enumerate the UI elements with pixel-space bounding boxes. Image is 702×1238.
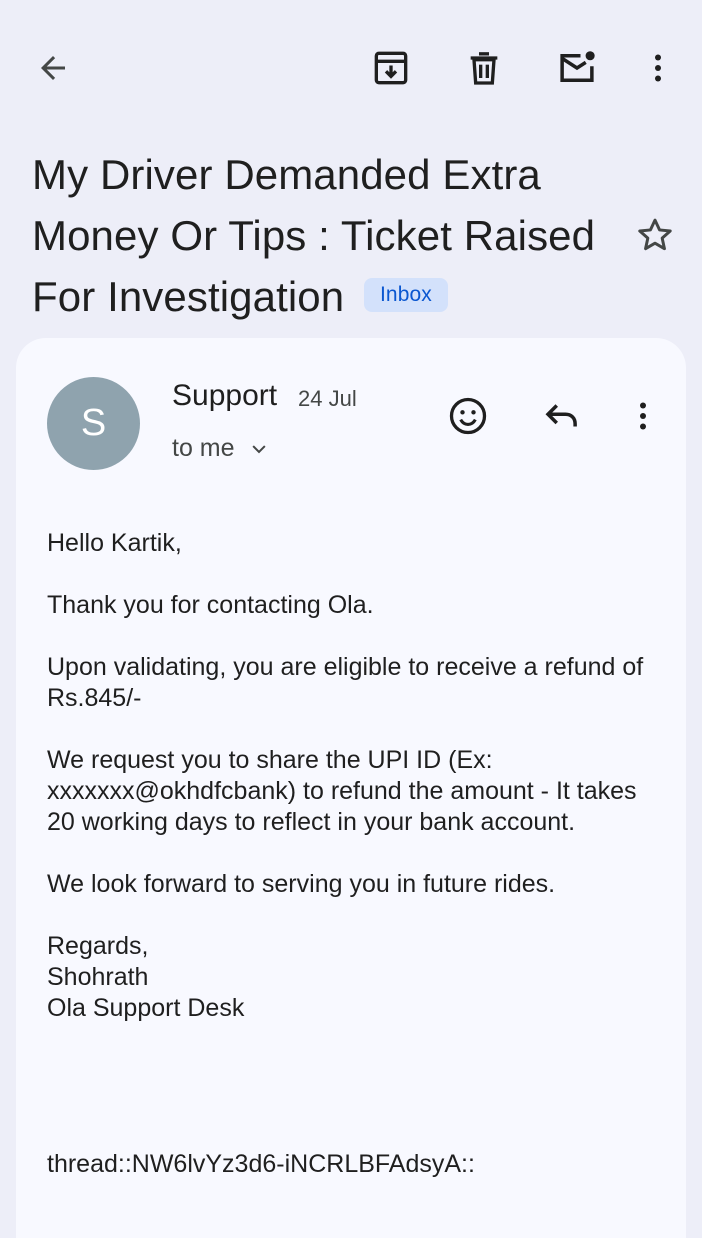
- body-paragraph: Hello Kartik,: [47, 529, 182, 557]
- recipient-label: to me: [172, 434, 235, 462]
- body-paragraph: We request you to share the UPI ID (Ex: …: [47, 746, 637, 836]
- body-paragraph: Upon validating, you are eligible to rec…: [47, 653, 644, 712]
- more-options-button[interactable]: [630, 40, 686, 96]
- star-outline-icon: [638, 218, 672, 251]
- recipient-toggle[interactable]: to me: [172, 434, 269, 463]
- signature-line: Regards,: [47, 932, 149, 960]
- body-paragraph: We look forward to serving you in future…: [47, 870, 556, 898]
- trash-icon: [470, 52, 498, 85]
- archive-icon: [374, 51, 408, 85]
- label-chip-inbox[interactable]: Inbox: [363, 277, 448, 312]
- message-date: 24 Jul: [298, 386, 357, 411]
- more-vert-icon: [640, 402, 646, 430]
- emoji-icon: [449, 397, 487, 435]
- top-app-bar: [0, 0, 702, 136]
- star-button[interactable]: [627, 207, 683, 263]
- mark-unread-button[interactable]: [549, 40, 605, 96]
- archive-button[interactable]: [363, 40, 419, 96]
- message-body: Hello Kartik, Thank you for contacting O…: [47, 528, 662, 1024]
- signature-line: Shohrath: [47, 963, 149, 991]
- subject-text: My Driver Demanded Extra Money Or Tips :…: [32, 151, 596, 320]
- add-reaction-button[interactable]: [440, 388, 496, 444]
- message-more-button[interactable]: [615, 388, 671, 444]
- reply-icon: [545, 404, 577, 427]
- mail-unread-icon: [560, 51, 595, 82]
- body-paragraph: Thank you for contacting Ola.: [47, 591, 374, 619]
- sender-name[interactable]: Support: [172, 379, 277, 413]
- message-card: S Support 24 Jul to me Hello Kartik, Tha…: [16, 338, 686, 1238]
- signature-line: Ola Support Desk: [47, 994, 245, 1022]
- more-vert-icon: [655, 54, 661, 82]
- back-button[interactable]: [25, 40, 81, 96]
- chevron-down-icon: [251, 444, 266, 453]
- sender-avatar[interactable]: S: [47, 377, 140, 470]
- thread-id: thread::NW6lvYz3d6-iNCRLBFAdsyA::: [47, 1150, 475, 1178]
- delete-button[interactable]: [456, 40, 512, 96]
- arrow-left-icon: [41, 56, 65, 80]
- email-subject: My Driver Demanded Extra Money Or Tips :…: [32, 144, 632, 327]
- reply-button[interactable]: [534, 388, 590, 444]
